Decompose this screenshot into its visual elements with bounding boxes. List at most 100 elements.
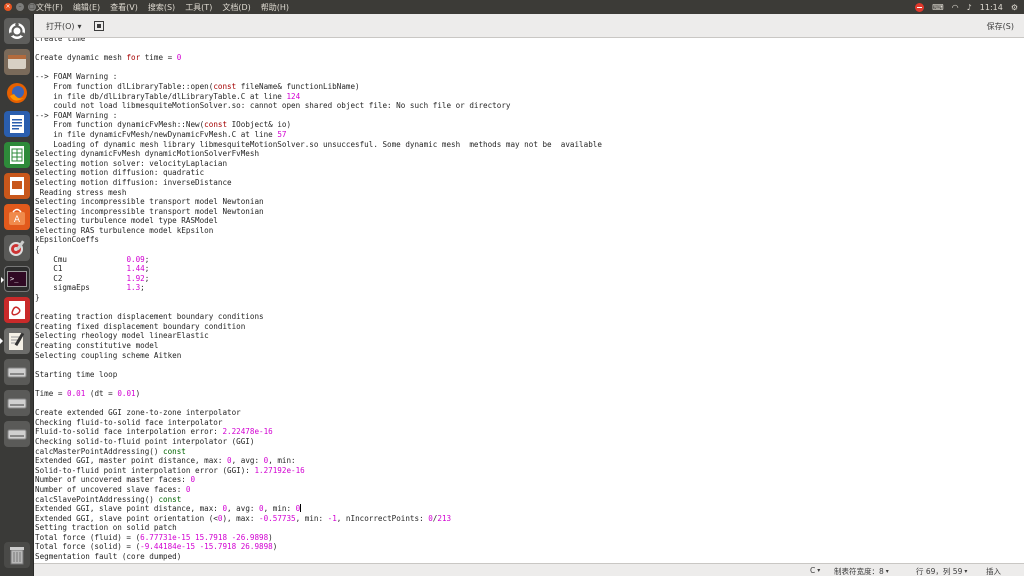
editor-line: Reading stress mesh [35, 188, 602, 198]
code-token: 1.92 [126, 273, 145, 283]
minimize-icon[interactable]: – [16, 3, 24, 11]
firefox-icon[interactable] [4, 80, 30, 106]
code-token: ), max: [222, 513, 260, 523]
editor-line: Extended GGI, master point distance, max… [35, 456, 602, 466]
menu-view[interactable]: 查看(V) [110, 2, 138, 13]
menu-search[interactable]: 搜索(S) [148, 2, 175, 13]
text-cursor [300, 504, 302, 513]
volume-icon[interactable]: ♪ [967, 3, 972, 12]
code-token: { [35, 245, 40, 255]
editor-line: in file db/dlLibraryTable/dlLibraryTable… [35, 92, 602, 102]
menu-help[interactable]: 帮助(H) [261, 2, 289, 13]
code-token: 1.44 [126, 264, 145, 274]
code-token: const [158, 494, 182, 504]
drive-icon[interactable] [4, 390, 30, 416]
code-token: , min: [295, 513, 328, 523]
editor-line: Selecting motion diffusion: quadratic [35, 168, 602, 178]
tab-width-selector[interactable]: 制表符宽度：8 ▾ [834, 566, 889, 576]
code-token: Selecting rheology model linearElastic [35, 331, 209, 341]
editor-line: Starting time loop [35, 370, 602, 380]
code-token: in file dynamicFvMesh/newDynamicFvMesh.C… [35, 129, 278, 139]
launcher-dock: A >_ [0, 14, 34, 576]
no-entry-icon[interactable] [915, 2, 925, 12]
open-button[interactable]: 打开(O) ▾ [40, 18, 88, 35]
impress-icon[interactable] [4, 173, 30, 199]
editor-line: Extended GGI, slave point distance, max:… [35, 504, 602, 514]
code-token: (dt = [85, 388, 118, 398]
code-token: Extended GGI, master point distance, max… [35, 456, 228, 466]
code-token: ; [144, 264, 150, 274]
editor-line: Number of uncovered slave faces: 0 [35, 485, 602, 495]
text-editor-icon[interactable] [0, 328, 30, 354]
code-token: , min: [263, 504, 296, 514]
code-token: ; [144, 273, 150, 283]
code-token: ; [144, 254, 150, 264]
code-token: Fluid-to-solid face interpolation error: [35, 427, 223, 437]
drive-icon[interactable] [4, 359, 30, 385]
trash-icon[interactable] [4, 542, 30, 568]
save-button[interactable]: 保存(S) [985, 18, 1016, 35]
code-token: --> FOAM Warning : [35, 110, 118, 120]
new-tab-icon[interactable] [92, 19, 106, 33]
language-selector[interactable]: C ▾ [810, 566, 820, 575]
app-menu: 文件(F) 编辑(E) 查看(V) 搜索(S) 工具(T) 文档(D) 帮助(H… [36, 2, 289, 13]
top-menu-bar: × – □ 文件(F) 编辑(E) 查看(V) 搜索(S) 工具(T) 文档(D… [0, 0, 1024, 14]
ubuntu-logo-icon[interactable] [4, 18, 30, 44]
terminal-icon[interactable]: >_ [1, 266, 30, 292]
software-center-icon[interactable]: A [4, 204, 30, 230]
editor-line: Creating constitutive model [35, 341, 602, 351]
close-icon[interactable]: × [4, 3, 12, 11]
code-token: Time = [35, 388, 68, 398]
chevron-down-icon: ▾ [817, 567, 821, 574]
system-tray: ⌨ ◠ ♪ 11:14 ⚙ [915, 0, 1018, 14]
editor-line: Create dynamic mesh for time = 0 [35, 53, 602, 63]
insert-mode[interactable]: 插入 [986, 566, 1001, 576]
language-label: C [810, 566, 816, 575]
code-token: Extended GGI, slave point orientation (< [35, 513, 218, 523]
document-viewer-icon[interactable] [4, 297, 30, 323]
code-token: 213 [437, 513, 452, 523]
chevron-down-icon: ▾ [77, 22, 82, 31]
code-token: 0.01 [117, 388, 136, 398]
editor-line: } [35, 293, 602, 303]
code-token: -1 [327, 513, 337, 523]
menu-file[interactable]: 文件(F) [36, 2, 63, 13]
menu-edit[interactable]: 编辑(E) [73, 2, 100, 13]
files-icon[interactable] [4, 49, 30, 75]
code-token: ) [272, 542, 278, 552]
code-token: Creating fixed displacement boundary con… [35, 321, 246, 331]
editor-lines: Create time Create dynamic mesh for time … [35, 38, 602, 562]
clock[interactable]: 11:14 [980, 3, 1003, 12]
drive-icon[interactable] [4, 421, 30, 447]
code-token: const [163, 446, 186, 456]
code-token: Segmentation fault (core dumped) [35, 552, 182, 562]
code-token: 0.09 [126, 254, 145, 264]
editor-line: Checking fluid-to-solid face interpolato… [35, 418, 602, 428]
menu-tools[interactable]: 工具(T) [185, 2, 212, 13]
menu-documents[interactable]: 文档(D) [222, 2, 250, 13]
settings-gear-icon[interactable]: ⚙ [1011, 3, 1018, 12]
cursor-position-selector[interactable]: 行 69，列 59 ▾ [916, 566, 967, 576]
writer-icon[interactable] [4, 111, 30, 137]
keyboard-icon[interactable]: ⌨ [932, 3, 944, 12]
editor-line: C1 1.44; [35, 264, 602, 274]
code-token: , avg: [227, 504, 260, 514]
maximize-icon[interactable]: □ [28, 3, 36, 11]
code-token: time = [140, 53, 177, 63]
system-settings-icon[interactable] [4, 235, 30, 261]
editor-line: Creating fixed displacement boundary con… [35, 322, 602, 332]
calc-icon[interactable] [4, 142, 30, 168]
code-token: Number of uncovered slave faces: [35, 484, 186, 494]
editor-line: C2 1.92; [35, 274, 602, 284]
editor-line: Solid-to-fluid point interpolation error… [35, 466, 602, 476]
wifi-icon[interactable]: ◠ [952, 3, 959, 12]
code-token: 6.77731e-15 15.7918 -26.9898 [140, 532, 269, 542]
code-token: 1.27192e-16 [254, 465, 305, 475]
editor-line: Selecting turbulence model type RASModel [35, 216, 602, 226]
editor-line: Selecting RAS turbulence model kEpsilon [35, 226, 602, 236]
text-editor-area[interactable]: Create time Create dynamic mesh for time … [34, 38, 1024, 563]
svg-text:A: A [14, 215, 21, 225]
